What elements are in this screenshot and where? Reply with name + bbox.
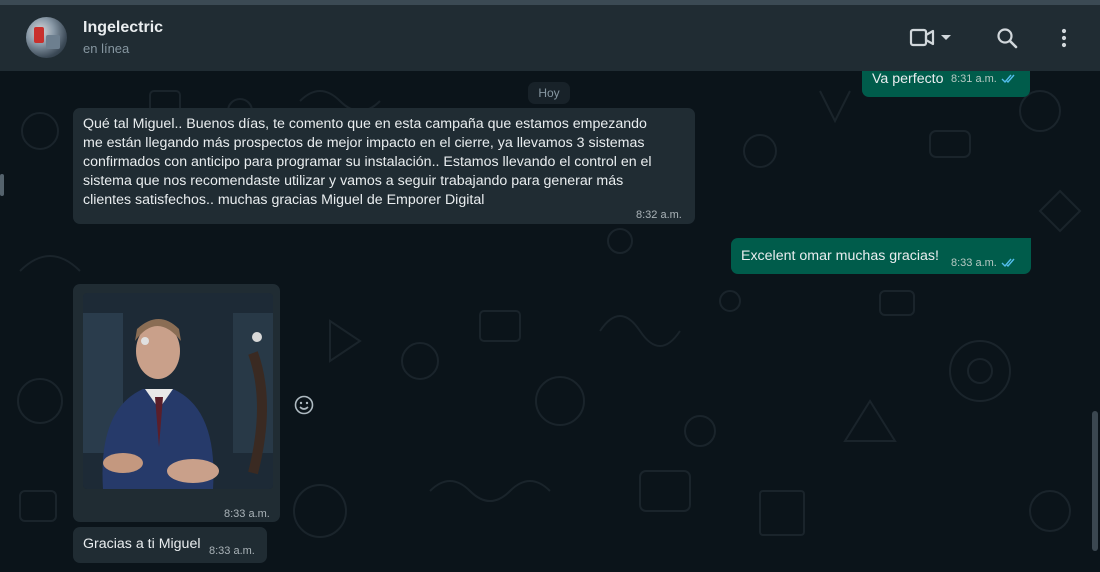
- message-bubble[interactable]: Excelent omar muchas gracias! 8:33 a.m.: [731, 238, 1031, 274]
- message-text: Va perfecto: [872, 71, 944, 87]
- search-button[interactable]: [992, 23, 1022, 53]
- message-time: 8:33 a.m.: [951, 254, 1017, 273]
- image-message-bubble[interactable]: 8:33 a.m.: [73, 284, 280, 522]
- message-bubble[interactable]: Gracias a ti Miguel 8:33 a.m.: [73, 527, 267, 563]
- contact-name[interactable]: Ingelectric: [83, 19, 163, 37]
- message-image[interactable]: [83, 293, 273, 489]
- double-check-icon: [1001, 74, 1015, 84]
- chat-header: Ingelectric en línea: [0, 5, 1100, 71]
- chat-scrollbar[interactable]: [1092, 411, 1098, 551]
- message-time: 8:31 a.m.: [951, 71, 1017, 89]
- message-bubble[interactable]: Va perfecto 8:31 a.m.: [862, 71, 1030, 97]
- react-button[interactable]: [293, 394, 315, 416]
- contact-status: en línea: [83, 41, 130, 56]
- video-call-icon: [909, 28, 951, 47]
- chat-panel[interactable]: Hoy Va perfecto 8:31 a.m. Qué tal Miguel…: [0, 71, 1100, 572]
- message-text: Gracias a ti Miguel: [83, 536, 201, 552]
- message-time: 8:33 a.m.: [224, 508, 270, 520]
- double-check-icon: [1001, 258, 1015, 268]
- message-text: Qué tal Miguel.. Buenos días, te comento…: [83, 116, 652, 208]
- contact-avatar[interactable]: [26, 17, 67, 58]
- emoji-icon: [294, 395, 314, 415]
- search-icon: [997, 28, 1018, 49]
- date-divider: Hoy: [528, 82, 570, 104]
- menu-button[interactable]: [1052, 23, 1076, 53]
- message-time: 8:33 a.m.: [209, 545, 255, 557]
- video-call-button[interactable]: [904, 23, 954, 53]
- message-text: Excelent omar muchas gracias!: [741, 248, 939, 264]
- menu-dots-icon: [1061, 28, 1067, 48]
- message-time: 8:32 a.m.: [636, 209, 682, 221]
- left-scrollbar[interactable]: [0, 174, 4, 196]
- message-bubble[interactable]: Qué tal Miguel.. Buenos días, te comento…: [73, 108, 695, 224]
